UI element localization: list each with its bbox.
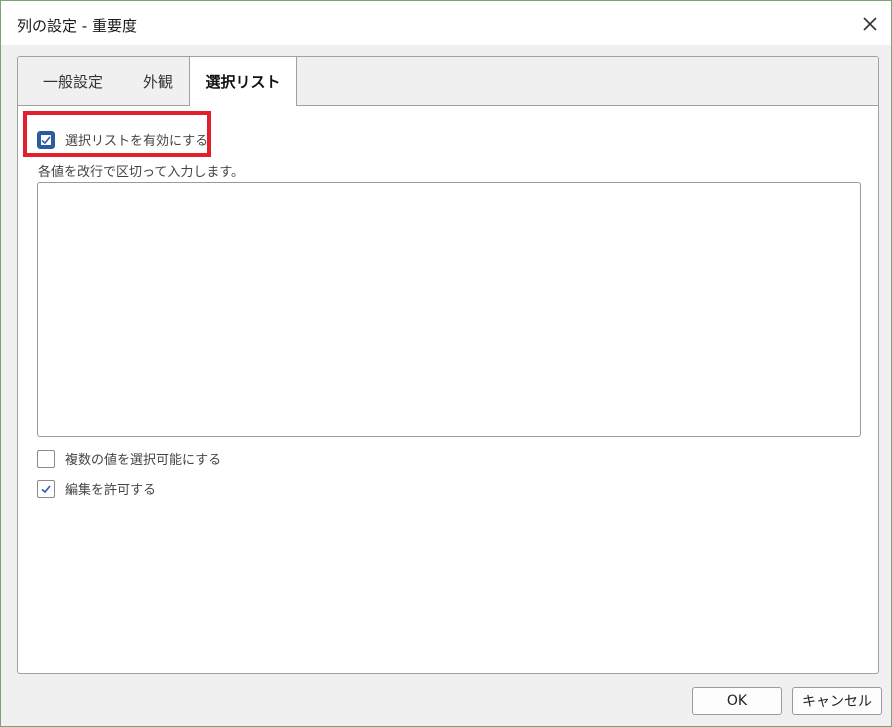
dialog-title: 列の設定 - 重要度 bbox=[17, 17, 137, 35]
tab-select-list[interactable]: 選択リスト bbox=[189, 57, 297, 106]
values-hint: 各値を改行で区切って入力します。 bbox=[38, 165, 245, 180]
cancel-button[interactable]: キャンセル bbox=[792, 687, 882, 715]
multi-select-label: 複数の値を選択可能にする bbox=[65, 453, 222, 468]
allow-edit-label: 編集を許可する bbox=[65, 483, 157, 498]
tab-bar: 一般設定 外観 選択リスト bbox=[18, 57, 878, 106]
multi-select-option[interactable]: 複数の値を選択可能にする bbox=[37, 449, 221, 468]
checkmark-icon bbox=[41, 484, 51, 493]
tab-general-settings[interactable]: 一般設定 bbox=[22, 57, 124, 105]
highlight-annotation bbox=[23, 111, 211, 157]
close-icon bbox=[863, 17, 877, 31]
close-button[interactable] bbox=[859, 13, 881, 35]
tab-appearance[interactable]: 外観 bbox=[124, 57, 192, 105]
multi-select-checkbox[interactable] bbox=[37, 449, 55, 468]
allow-edit-option[interactable]: 編集を許可する bbox=[37, 479, 156, 498]
ok-button[interactable]: OK bbox=[692, 687, 782, 715]
title-bar: 列の設定 - 重要度 bbox=[1, 1, 891, 45]
column-settings-dialog: 列の設定 - 重要度 一般設定 外観 選択リスト 選択リストを有効にする 各値を… bbox=[0, 0, 892, 727]
select-values-textarea[interactable] bbox=[37, 182, 861, 437]
allow-edit-checkbox[interactable] bbox=[37, 479, 55, 498]
